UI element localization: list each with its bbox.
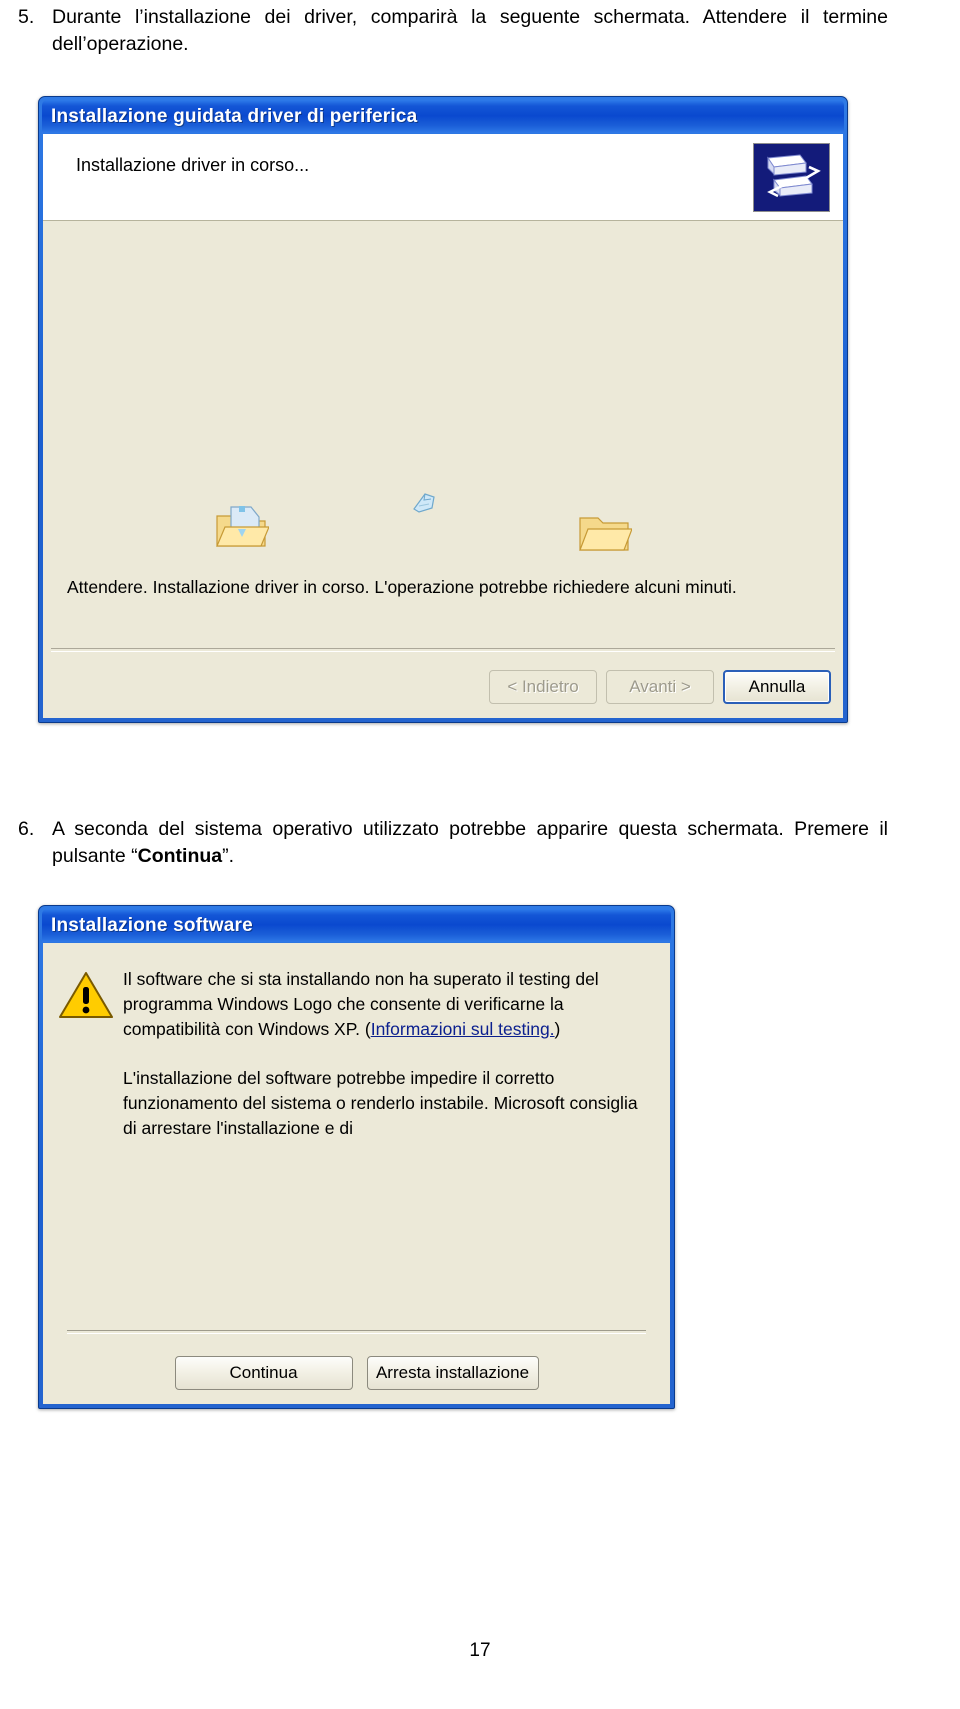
instruction-step-6: 6. A seconda del sistema operativo utili…: [18, 816, 888, 870]
step-text: A seconda del sistema operativo utilizza…: [52, 816, 888, 870]
stop-install-button[interactable]: Arresta installazione: [366, 1356, 539, 1390]
open-folder-with-document-icon: [215, 505, 270, 551]
wizard-header: Installazione driver in corso...: [43, 134, 843, 221]
wizard-body: Installazione driver in corso... Attende…: [43, 134, 843, 718]
file-copy-animation: [43, 491, 843, 557]
continue-button[interactable]: Continua: [174, 1356, 353, 1390]
warning-title: Installazione software: [51, 914, 253, 936]
flying-document-icon: [411, 491, 437, 515]
wizard-status-caption: Attendere. Installazione driver in corso…: [67, 577, 737, 597]
step-text: Durante l’installazione dei driver, comp…: [52, 6, 888, 55]
step-number: 5.: [18, 6, 35, 28]
open-folder-icon: [578, 509, 633, 555]
next-button[interactable]: Avanti >: [606, 670, 714, 704]
testing-info-link[interactable]: Informazioni sul testing.: [371, 1019, 555, 1039]
wizard-content: Attendere. Installazione driver in corso…: [43, 221, 843, 718]
warning-paragraph-1: Il software che si sta installando non h…: [123, 967, 656, 1042]
warning-texts: Il software che si sta installando non h…: [123, 967, 656, 1141]
wizard-titlebar: Installazione guidata driver di periferi…: [42, 100, 844, 133]
device-driver-icon: [753, 143, 830, 212]
driver-install-wizard-dialog: Installazione guidata driver di periferi…: [38, 96, 848, 723]
warning-button-bar: Continua Arresta installazione: [43, 1356, 670, 1390]
wizard-title: Installazione guidata driver di periferi…: [51, 105, 418, 127]
warning-titlebar: Installazione software: [42, 909, 671, 942]
instruction-step-5: 5. Durante l’installazione dei driver, c…: [18, 4, 888, 58]
wizard-button-bar: < Indietro Avanti > Annulla: [489, 670, 831, 704]
warning-p1-part2: ): [554, 1019, 561, 1039]
back-button[interactable]: < Indietro: [489, 670, 597, 704]
warning-paragraph-2: L'installazione del software potrebbe im…: [123, 1068, 638, 1138]
wizard-separator: [51, 648, 835, 652]
wizard-header-title: Installazione driver in corso...: [76, 155, 310, 175]
warning-content-row: Il software che si sta installando non h…: [57, 967, 656, 1141]
cancel-button[interactable]: Annulla: [723, 670, 831, 704]
software-install-warning-dialog: Installazione software Il software che s…: [38, 905, 675, 1409]
page-number: 17: [469, 1640, 491, 1661]
step-text-after: ”.: [222, 845, 235, 867]
step-number: 6.: [18, 818, 35, 840]
warning-separator: [67, 1330, 646, 1334]
step-text-emphasis: Continua: [137, 845, 223, 867]
warning-triangle-icon: [57, 969, 115, 1021]
warning-body: Il software che si sta installando non h…: [43, 943, 670, 1404]
